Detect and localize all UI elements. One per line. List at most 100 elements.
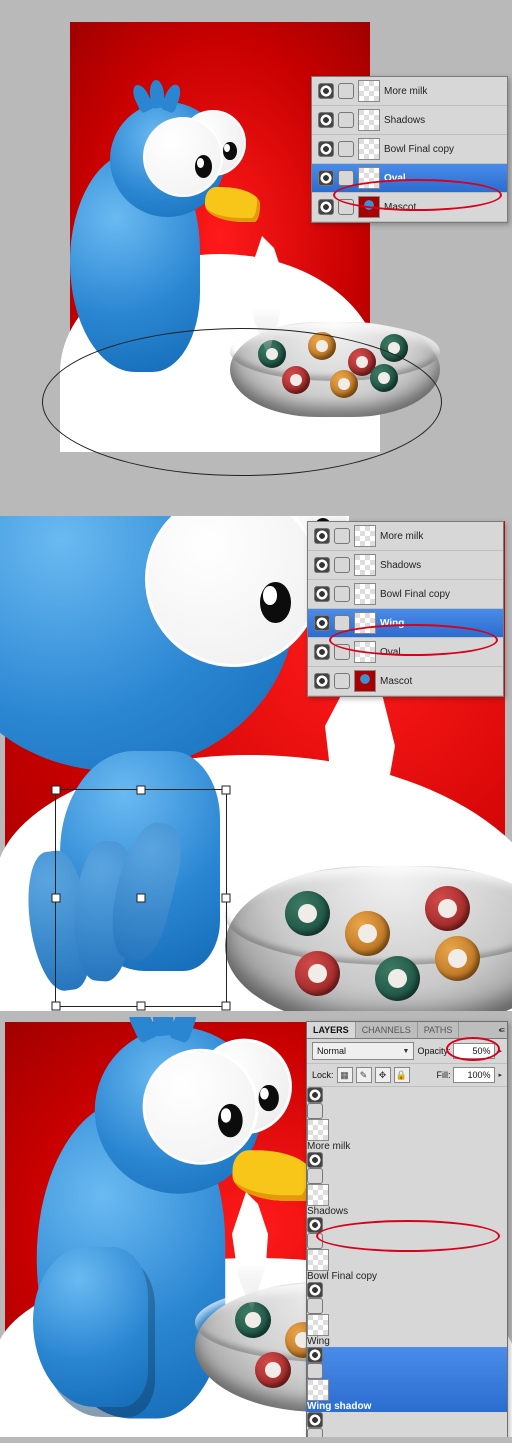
layer-row[interactable]: More milk [312,77,507,106]
link-slot[interactable] [307,1428,323,1437]
visibility-eye-icon[interactable] [314,673,330,689]
layer-row[interactable]: Wing shadow [307,1347,507,1412]
link-slot[interactable] [334,528,350,544]
layer-name-label[interactable]: Wing [380,618,404,629]
layer-name-label[interactable]: Mascot [384,202,416,213]
transform-handle[interactable] [222,786,231,795]
transform-handle[interactable] [52,786,61,795]
link-slot[interactable] [338,141,354,157]
link-slot[interactable] [307,1168,323,1184]
layer-name-label[interactable]: Bowl Final copy [380,589,450,600]
layer-name-label[interactable]: Wing shadow [307,1401,507,1412]
layer-thumbnail[interactable] [307,1314,329,1336]
layer-name-label[interactable]: Shadows [384,115,425,126]
layer-name-label[interactable]: Oval [380,647,401,658]
link-slot[interactable] [307,1103,323,1119]
free-transform-bounds[interactable] [55,789,227,1007]
link-slot[interactable] [338,199,354,215]
flyout-icon[interactable]: ▸ [498,1047,502,1055]
transform-handle[interactable] [137,786,146,795]
link-slot[interactable] [307,1298,323,1314]
blend-mode-select[interactable]: Normal ▼ [312,1042,414,1060]
visibility-eye-icon[interactable] [307,1217,323,1233]
tab-layers[interactable]: LAYERS [307,1022,356,1038]
layer-row[interactable]: Shadows [308,551,503,580]
lock-pixels-icon[interactable]: ✎ [356,1067,372,1083]
transform-handle[interactable] [52,1002,61,1011]
layer-row[interactable]: Oval [312,164,507,193]
layer-row[interactable]: Oval [308,638,503,667]
layer-thumbnail[interactable] [307,1184,329,1206]
layers-panel[interactable]: LAYERS CHANNELS PATHS ▪≡ Normal ▼ Opacit… [306,1021,508,1437]
flyout-icon[interactable]: ▸ [498,1071,502,1079]
link-slot[interactable] [334,557,350,573]
layer-name-label[interactable]: Bowl Final copy [307,1271,507,1282]
layer-row[interactable]: Mascot [308,667,503,696]
transform-center[interactable] [137,894,146,903]
visibility-eye-icon[interactable] [314,557,330,573]
layer-thumbnail[interactable] [358,80,380,102]
layer-row[interactable]: Wing [307,1282,507,1347]
layer-name-label[interactable]: Shadows [380,560,421,571]
opacity-input[interactable]: 50% [453,1043,495,1059]
layer-thumbnail[interactable] [354,612,376,634]
layer-row[interactable]: Shadows [307,1152,507,1217]
layer-thumbnail[interactable] [307,1249,329,1271]
layer-thumbnail[interactable] [358,196,380,218]
link-slot[interactable] [334,673,350,689]
lock-position-icon[interactable]: ✥ [375,1067,391,1083]
visibility-eye-icon[interactable] [318,199,334,215]
layer-thumbnail[interactable] [358,109,380,131]
panel-menu-icon[interactable]: ▪≡ [495,1022,507,1038]
layer-thumbnail[interactable] [354,641,376,663]
layer-name-label[interactable]: Mascot [380,676,412,687]
layer-thumbnail[interactable] [354,670,376,692]
link-slot[interactable] [334,586,350,602]
link-slot[interactable] [338,83,354,99]
layer-name-label[interactable]: Oval [384,173,406,184]
layer-name-label[interactable]: Bowl Final copy [384,144,454,155]
visibility-eye-icon[interactable] [318,170,334,186]
fill-input[interactable]: 100% [453,1067,495,1083]
visibility-eye-icon[interactable] [307,1412,323,1428]
layers-panel[interactable]: More milk Shadows Bowl Final copy Oval Masco… [311,76,508,223]
layer-row[interactable]: Wing [308,609,503,638]
visibility-eye-icon[interactable] [318,112,334,128]
visibility-eye-icon[interactable] [307,1347,323,1363]
layer-thumbnail[interactable] [354,554,376,576]
layer-thumbnail[interactable] [358,138,380,160]
transform-handle[interactable] [137,1002,146,1011]
visibility-eye-icon[interactable] [307,1152,323,1168]
layer-row[interactable]: More milk [307,1087,507,1152]
link-slot[interactable] [307,1233,323,1249]
layer-name-label[interactable]: Shadows [307,1206,507,1217]
layer-row[interactable]: Bowl Final copy [312,135,507,164]
layer-thumbnail[interactable] [307,1379,329,1401]
link-slot[interactable] [307,1363,323,1379]
link-slot[interactable] [334,615,350,631]
layer-thumbnail[interactable] [358,167,380,189]
visibility-eye-icon[interactable] [307,1282,323,1298]
layer-row[interactable]: Shadows [312,106,507,135]
visibility-eye-icon[interactable] [314,586,330,602]
layer-thumbnail[interactable] [354,525,376,547]
layer-row[interactable]: More milk [308,522,503,551]
visibility-eye-icon[interactable] [318,83,334,99]
visibility-eye-icon[interactable] [314,615,330,631]
visibility-eye-icon[interactable] [314,528,330,544]
tab-channels[interactable]: CHANNELS [356,1022,418,1038]
link-slot[interactable] [338,170,354,186]
layers-panel[interactable]: More milk Shadows Bowl Final copy Wing Oval M… [307,521,504,697]
visibility-eye-icon[interactable] [318,141,334,157]
layer-row[interactable]: Mascot [312,193,507,222]
link-slot[interactable] [334,644,350,660]
lock-transparency-icon[interactable]: ▦ [337,1067,353,1083]
layer-thumbnail[interactable] [307,1119,329,1141]
layer-name-label[interactable]: Wing [307,1336,507,1347]
visibility-eye-icon[interactable] [307,1087,323,1103]
layer-name-label[interactable]: More milk [384,86,427,97]
layer-row[interactable]: Oval [307,1412,507,1437]
transform-handle[interactable] [52,894,61,903]
tab-paths[interactable]: PATHS [418,1022,460,1038]
layer-name-label[interactable]: More milk [307,1141,507,1152]
